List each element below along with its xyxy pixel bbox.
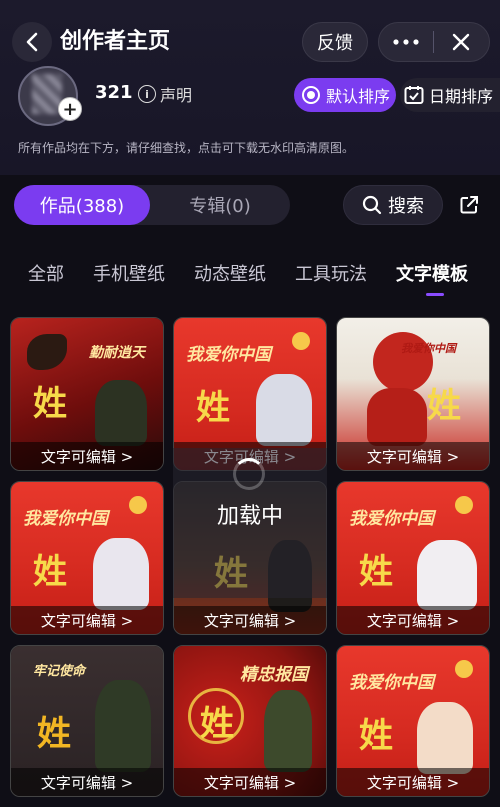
edit-text-button[interactable]: 文字可编辑 > xyxy=(174,768,326,796)
username: 321 xyxy=(95,82,133,103)
more-button[interactable] xyxy=(379,23,433,61)
card-slogan: 我爱你中国 xyxy=(23,509,108,529)
loading-overlay: 加载中 xyxy=(173,448,327,598)
card-slogan: 勤耐逍天 xyxy=(89,345,145,361)
works-segment-control: 作品(388) 专辑(0) xyxy=(14,185,290,225)
sort-date-label: 日期排序 xyxy=(429,87,494,106)
template-card[interactable]: 我爱你中国 姓 文字可编辑 > xyxy=(336,481,490,635)
person-figure xyxy=(93,538,149,610)
card-slogan: 精忠报国 xyxy=(240,665,308,685)
edit-text-button[interactable]: 文字可编辑 > xyxy=(337,606,489,634)
search-label: 搜索 xyxy=(388,196,424,217)
share-icon xyxy=(460,196,478,214)
tab-text-templates[interactable]: 文字模板 xyxy=(396,261,468,289)
template-card[interactable]: 精忠报国 姓 文字可编辑 > xyxy=(173,645,327,797)
tab-all[interactable]: 全部 xyxy=(28,261,64,289)
sun-icon xyxy=(292,332,310,350)
card-slogan: 我爱你中国 xyxy=(349,673,434,693)
template-card[interactable]: 牢记使命 姓 文字可编辑 > xyxy=(10,645,164,797)
edit-text-button[interactable]: 文字可编辑 > xyxy=(174,606,326,634)
person-figure xyxy=(256,374,312,446)
card-slogan: 牢记使命 xyxy=(33,664,86,679)
mini-program-capsule xyxy=(378,22,490,62)
person-figure xyxy=(417,540,477,610)
card-surname: 姓 xyxy=(33,384,67,424)
search-icon xyxy=(362,195,382,215)
sun-icon xyxy=(129,496,147,514)
tab-works[interactable]: 作品(388) xyxy=(14,185,150,225)
template-card[interactable]: 我爱你中国 姓 文字可编辑 > xyxy=(336,317,490,471)
soldier-figure xyxy=(264,690,312,772)
card-slogan: 我爱你中国 xyxy=(349,509,434,529)
sun-icon xyxy=(455,496,473,514)
soldier-figure xyxy=(95,380,147,446)
card-surname: 姓 xyxy=(359,552,393,592)
share-button[interactable] xyxy=(455,191,483,219)
card-surname: 姓 xyxy=(427,386,461,426)
card-slogan: 我爱你中国 xyxy=(401,342,456,355)
active-tab-indicator xyxy=(426,293,444,296)
radio-selected-icon xyxy=(302,86,320,104)
sort-default-label: 默认排序 xyxy=(326,87,391,106)
card-surname: 姓 xyxy=(200,704,234,744)
card-slogan: 我爱你中国 xyxy=(186,345,271,365)
loading-text: 加载中 xyxy=(216,504,283,529)
tab-live-wallpaper[interactable]: 动态壁纸 xyxy=(194,261,266,289)
edit-text-button[interactable]: 文字可编辑 > xyxy=(11,768,163,796)
download-notice: 所有作品均在下方，请仔细查找，点击可下载无水印高清原图。 xyxy=(18,141,355,155)
statement-label: 声明 xyxy=(160,86,193,105)
feedback-button[interactable]: 反馈 xyxy=(302,22,368,62)
search-button[interactable]: 搜索 xyxy=(343,185,443,225)
close-icon xyxy=(453,33,470,51)
chevron-left-icon xyxy=(26,32,38,52)
tab-phone-wallpaper[interactable]: 手机壁纸 xyxy=(93,261,165,289)
eagle-icon xyxy=(27,334,67,370)
profile-header: 创作者主页 反馈 + 321 i 声明 默认排序 日期排序 所有作品均在下方，请… xyxy=(0,0,500,175)
edit-text-button[interactable]: 文字可编辑 > xyxy=(11,442,163,470)
back-button[interactable] xyxy=(12,22,52,62)
page-title: 创作者主页 xyxy=(60,29,171,54)
card-surname: 姓 xyxy=(37,714,71,754)
close-button[interactable] xyxy=(434,23,490,61)
sun-icon xyxy=(455,660,473,678)
template-card[interactable]: 我爱你中国 姓 文字可编辑 > xyxy=(10,481,164,635)
calendar-check-icon xyxy=(404,86,424,104)
info-icon: i xyxy=(138,85,156,103)
loading-spinner-icon xyxy=(233,458,265,490)
person-figure xyxy=(367,388,427,446)
template-card[interactable]: 勤耐逍天 姓 文字可编辑 > xyxy=(10,317,164,471)
sort-default-button[interactable]: 默认排序 xyxy=(294,78,396,112)
edit-text-button[interactable]: 文字可编辑 > xyxy=(337,442,489,470)
tab-albums[interactable]: 专辑(0) xyxy=(150,185,290,225)
sort-date-button[interactable]: 日期排序 xyxy=(400,78,500,112)
template-card[interactable]: 我爱你中国 姓 文字可编辑 > xyxy=(336,645,490,797)
person-figure xyxy=(417,702,473,774)
category-tabs: 全部 手机壁纸 动态壁纸 工具玩法 文字模板 xyxy=(0,261,500,295)
statement-link[interactable]: i 声明 xyxy=(138,82,192,106)
follow-plus-icon[interactable]: + xyxy=(58,97,82,121)
soldier-figure xyxy=(95,680,151,772)
card-surname: 姓 xyxy=(33,552,67,592)
ellipsis-icon xyxy=(393,39,419,45)
tab-tools[interactable]: 工具玩法 xyxy=(295,261,367,289)
card-surname: 姓 xyxy=(196,388,230,428)
edit-text-button[interactable]: 文字可编辑 > xyxy=(11,606,163,634)
edit-text-button[interactable]: 文字可编辑 > xyxy=(337,768,489,796)
card-surname: 姓 xyxy=(359,716,393,756)
